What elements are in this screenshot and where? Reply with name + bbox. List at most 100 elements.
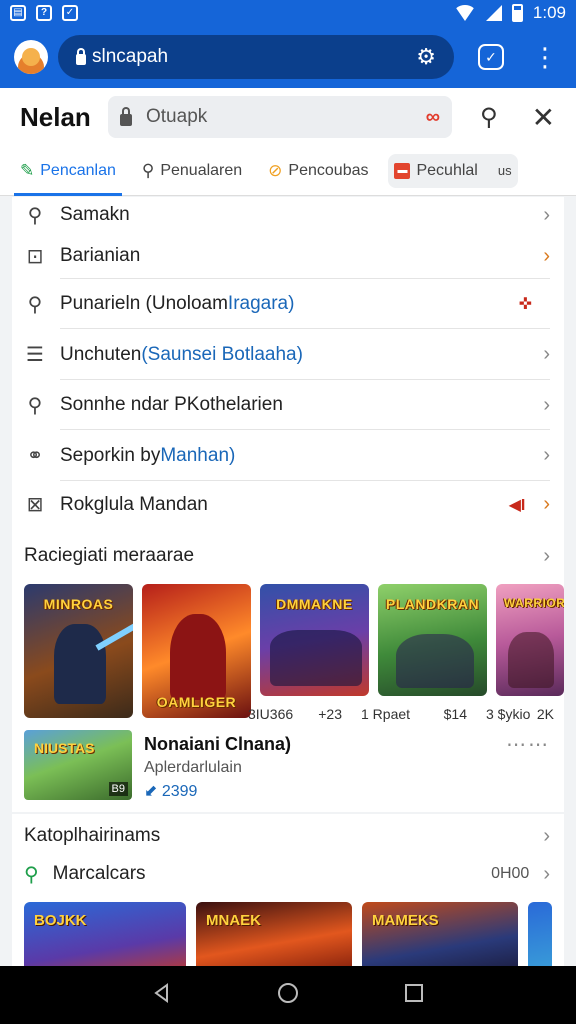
tab-pencanlan[interactable]: ✎ Pencanlan: [14, 146, 122, 196]
category-row[interactable]: ⚲ Marcalcars 0H00 ›: [12, 858, 564, 890]
section-header[interactable]: Katoplhairinams ›: [12, 814, 564, 858]
chevron-right-icon: ›: [543, 343, 550, 365]
game-meta: 3IU366 +23: [248, 706, 342, 722]
pencil-icon: ✎: [20, 160, 35, 180]
game-title: WARRIOR: [503, 596, 564, 610]
tab-suffix: us: [497, 163, 512, 178]
game-title: OAMLIGER: [156, 694, 237, 710]
chevron-right-icon: ›: [543, 203, 550, 226]
game-meta-left: 3IU366: [248, 706, 294, 722]
item-highlight: Iragara): [227, 293, 295, 314]
zoom-icon: ⚲: [27, 293, 43, 316]
featured-game[interactable]: NIUSTAS B9 Nonaiani Clnana) Aplerdarlula…: [12, 718, 564, 801]
category-thumb-title: BOJKK: [34, 912, 87, 929]
category-thumbnail[interactable]: MNAEK: [196, 902, 352, 976]
tab-pencoubas[interactable]: ⊘ Pencoubas: [262, 146, 374, 196]
alert-badge-icon: ◀I: [508, 496, 526, 514]
pin-icon[interactable]: ⚲: [480, 103, 498, 132]
game-thumbnail[interactable]: DMMAKNE: [259, 584, 369, 696]
game-meta-left: 1 Rpaet: [361, 706, 411, 722]
app-header: Nelan ∞ ⚲ ✕: [0, 88, 576, 146]
category-label: Marcalcars: [52, 863, 146, 884]
item-label: Seporkin by: [60, 444, 161, 466]
game-meta-left: 3 $ykio: [486, 706, 531, 722]
item-label: Samakn: [60, 204, 130, 225]
download-icon: ⬋: [144, 783, 158, 800]
search-input[interactable]: [146, 106, 386, 128]
search-icon: ⚲: [141, 160, 155, 180]
list-icon: ☰: [26, 344, 44, 366]
tab-pecuhlal[interactable]: ▬ Pecuhlal us: [388, 153, 518, 188]
tab-penualaren[interactable]: ⚲ Penualaren: [136, 146, 248, 196]
chevron-right-icon: ›: [543, 393, 550, 416]
tag-icon: ⚭: [26, 445, 44, 467]
category-thumbnail[interactable]: MAMEKS: [362, 902, 518, 976]
search-box[interactable]: ∞: [108, 96, 452, 138]
search-icon: ⚲: [27, 204, 43, 227]
close-icon[interactable]: ✕: [532, 101, 555, 134]
more-options-icon[interactable]: ⋯⋯: [506, 730, 550, 801]
section-header[interactable]: Raciegiati meraarae ›: [12, 528, 564, 584]
link-icon[interactable]: ∞: [426, 106, 440, 129]
game-carousel: MINROAS OAMLIGER DMMAKNE PLANDKRAN WARRI…: [12, 584, 564, 718]
chevron-right-icon: ›: [543, 244, 550, 267]
game-meta-row: 3IU366 +23 1 Rpaet $14 3 $ykio 2K: [248, 706, 554, 722]
game-title: MINROAS: [43, 596, 114, 612]
home-icon[interactable]: [276, 981, 300, 1010]
item-label: Sonnhe ndar PKothelarien: [60, 394, 283, 415]
chevron-right-icon: ›: [543, 862, 550, 885]
list-item[interactable]: ☰ Unchuten (Saunsei Botlaaha) ›: [12, 329, 564, 380]
system-nav-bar: [0, 966, 576, 1024]
section-title: Katoplhairinams: [24, 825, 161, 846]
list-item[interactable]: ⊠ Rokglula Mandan ◀I ›: [12, 481, 564, 528]
list-item[interactable]: ⚲ Sonnhe ndar PKothelarien ›: [12, 380, 564, 430]
menu-list: ⚲ Samakn › ⊡ Barianian › ⚲ Punarieln (Un…: [12, 197, 564, 528]
check-notification-icon: ✓: [62, 5, 78, 21]
game-thumbnail[interactable]: MINROAS: [24, 584, 133, 718]
item-label: Unchuten: [60, 343, 142, 365]
gear-icon[interactable]: ⚙: [416, 44, 436, 70]
category-thumbnail[interactable]: BOJKK: [24, 902, 186, 976]
list-item[interactable]: ⚭ Seporkin by Manhan) ›: [12, 430, 564, 481]
game-meta-right: +23: [318, 706, 342, 722]
kebab-menu-icon[interactable]: ⋮: [532, 44, 558, 70]
featured-stat-value: 2399: [161, 783, 198, 800]
categories-section: Katoplhairinams › ⚲ Marcalcars 0H00 › BO…: [12, 814, 564, 976]
featured-developer: Aplerdarlulain: [144, 759, 242, 776]
game-thumbnail[interactable]: WARRIOR: [495, 584, 564, 696]
chevron-right-icon: ›: [543, 444, 550, 466]
list-item[interactable]: ⊡ Barianian ›: [12, 233, 564, 279]
category-carousel: BOJKK MNAEK MAMEKS: [12, 902, 564, 976]
recents-icon[interactable]: [403, 982, 425, 1009]
app-title: Nelan: [20, 101, 91, 132]
tabs-button[interactable]: ✓: [478, 44, 504, 70]
signal-icon: [485, 5, 502, 21]
url-text: slncapah: [92, 46, 169, 67]
games-section: Raciegiati meraarae › MINROAS OAMLIGER D…: [12, 528, 564, 812]
featured-game-image[interactable]: NIUSTAS B9: [24, 730, 132, 800]
status-bar: ▤ ? ✓ 1:09: [0, 0, 576, 26]
tab-label: Pecuhlal: [416, 161, 478, 179]
back-icon[interactable]: [151, 982, 173, 1009]
category-thumbnail[interactable]: [528, 902, 552, 976]
game-thumbnail[interactable]: OAMLIGER: [141, 584, 251, 718]
padlock-icon: [120, 107, 132, 126]
notification-icon: ▤: [10, 5, 26, 21]
address-bar[interactable]: slncapah ⚙: [58, 35, 454, 79]
clock: 1:09: [532, 3, 566, 22]
game-meta: 1 Rpaet $14: [361, 706, 467, 722]
lock-icon: [76, 47, 86, 65]
item-highlight: Manhan): [160, 444, 236, 466]
image-icon: ⊠: [26, 494, 44, 516]
avatar[interactable]: [14, 40, 48, 74]
list-item[interactable]: ⚲ Punarieln (Unoloam Iragara) ✜: [12, 279, 564, 329]
wifi-icon: [453, 5, 476, 21]
coin-icon: ⊘: [268, 160, 283, 180]
tab-label: Penualaren: [160, 161, 243, 179]
chevron-right-icon: ›: [543, 544, 550, 567]
category-thumb-title: MNAEK: [206, 912, 261, 929]
red-app-icon: ▬: [394, 162, 411, 179]
item-label: Rokglula Mandan: [60, 493, 208, 515]
list-item[interactable]: ⚲ Samakn ›: [12, 197, 564, 233]
game-thumbnail[interactable]: PLANDKRAN: [377, 584, 487, 696]
